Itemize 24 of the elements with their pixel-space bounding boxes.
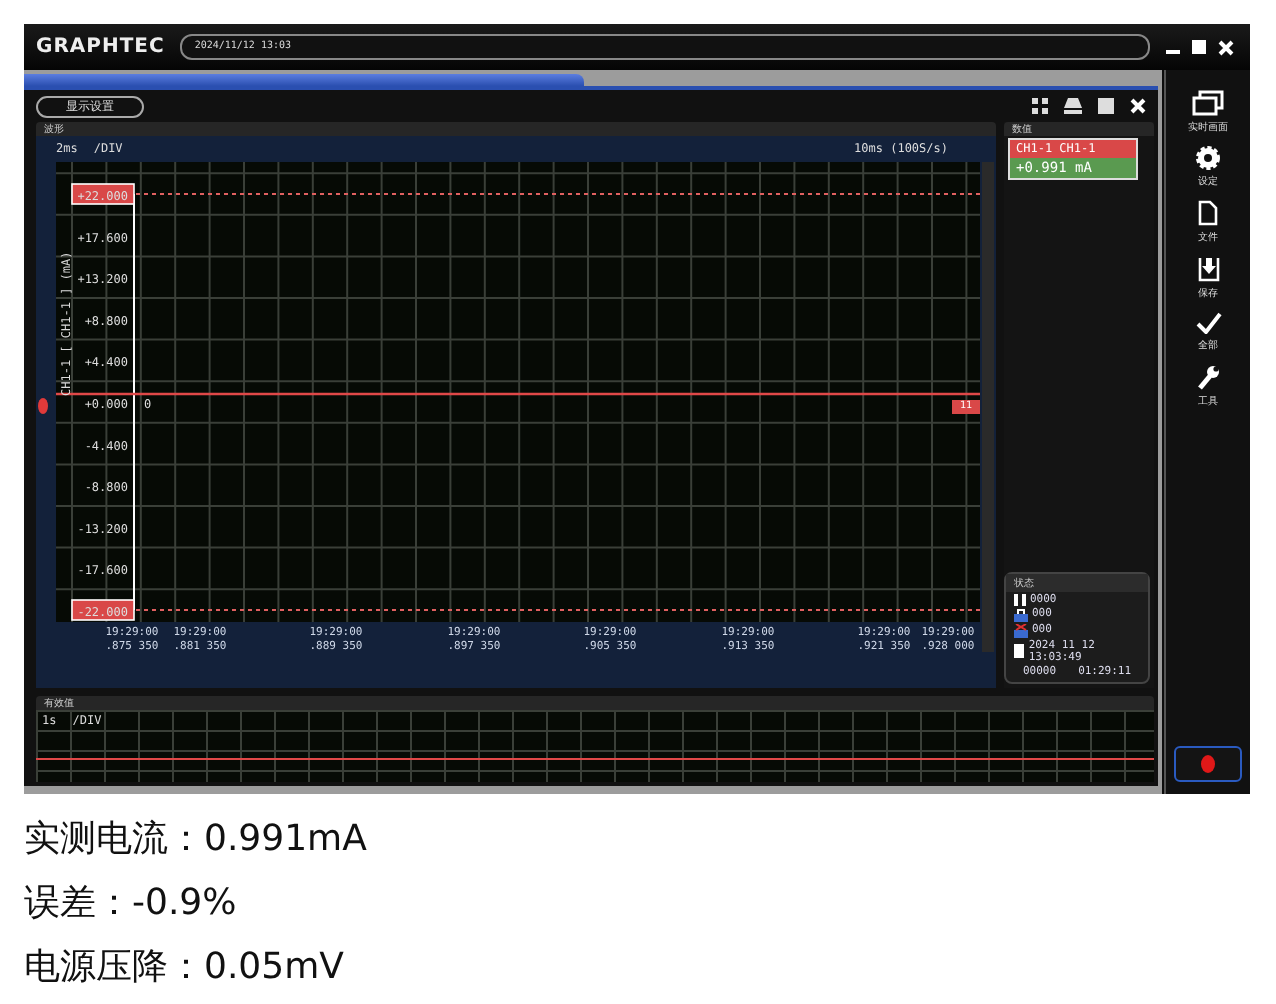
caption-text: 电源压降：0.05mV [24, 946, 346, 988]
record-icon [1200, 754, 1217, 774]
lock-icon [1014, 607, 1028, 621]
wrench-icon [1196, 364, 1221, 390]
file-icon [1014, 644, 1025, 658]
caption-text: 实测电流：0.991mA [24, 818, 369, 860]
scrollbar[interactable] [982, 162, 994, 652]
download-icon [1197, 256, 1220, 282]
caption-text: 误差：-0.9% [24, 882, 239, 924]
alarm-icon [1014, 623, 1028, 637]
record-button[interactable] [1174, 746, 1243, 782]
settings-icon [1196, 146, 1221, 170]
check-icon [1195, 312, 1222, 334]
trace-marker[interactable] [38, 398, 48, 414]
maximize-icon[interactable] [1192, 39, 1208, 55]
document-icon [1198, 200, 1219, 226]
eject-icon[interactable] [1064, 98, 1083, 114]
grid-icon[interactable] [1032, 98, 1049, 114]
app-logo: GRAPHTEC [36, 36, 165, 58]
close-icon[interactable] [1130, 98, 1147, 114]
close-icon[interactable] [1218, 39, 1234, 55]
pause-icon [1014, 593, 1026, 605]
windows-icon [1192, 90, 1225, 116]
square-icon[interactable] [1098, 98, 1115, 114]
